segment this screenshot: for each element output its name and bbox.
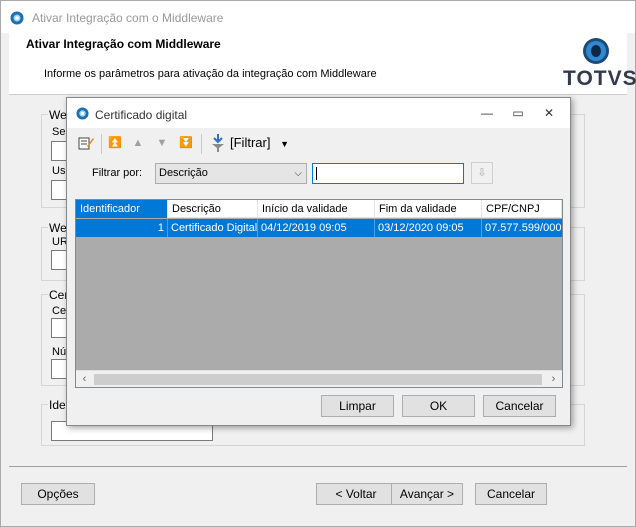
- grid-header: Identificador Descrição Início da valida…: [76, 200, 562, 218]
- toolbar-separator: [201, 134, 202, 154]
- first-record-icon[interactable]: ⏫: [106, 134, 124, 152]
- dialog-titlebar: Certificado digital — ▭ ✕: [67, 98, 570, 128]
- dialog-toolbar: ⏫ ▲ ▼ ⏬ [Filtrar] ▼: [73, 132, 563, 156]
- main-window-titlebar: Ativar Integração com o Middleware: [1, 1, 635, 33]
- next-record-icon[interactable]: ▼: [153, 134, 171, 152]
- chevron-down-icon: ⌵: [294, 168, 302, 179]
- totvs-logo: TOTVS: [559, 35, 636, 93]
- previous-record-icon[interactable]: ▲: [129, 134, 147, 152]
- filter-by-label: Filtrar por:: [92, 167, 143, 179]
- column-header[interactable]: Descrição: [168, 200, 258, 218]
- toolbar-separator: [101, 134, 102, 154]
- apply-filter-icon: ⇩: [477, 167, 487, 179]
- clear-button[interactable]: Limpar: [321, 395, 394, 417]
- edit-icon[interactable]: [77, 134, 95, 152]
- filter-by-select[interactable]: Descrição ⌵: [155, 163, 307, 184]
- filter-menu-button[interactable]: [Filtrar] ▼: [230, 135, 289, 150]
- column-header[interactable]: Identificador: [76, 200, 168, 218]
- options-button[interactable]: Opções: [21, 483, 95, 505]
- scroll-right-icon[interactable]: ›: [545, 371, 562, 387]
- table-row[interactable]: 1 Certificado Digital 04/12/2019 09:05 0…: [76, 219, 562, 237]
- restore-icon[interactable]: ▭: [506, 103, 530, 123]
- app-icon: [10, 11, 24, 25]
- certificate-grid[interactable]: Identificador Descrição Início da valida…: [75, 199, 563, 388]
- wizard-title: Ativar Integração com Middleware: [26, 37, 221, 51]
- dropdown-arrow-icon: ▼: [280, 139, 289, 149]
- group-webservice-url-label: We: [48, 221, 68, 235]
- table-cell: 07.577.599/0001: [485, 222, 562, 234]
- last-record-icon[interactable]: ⏬: [177, 134, 195, 152]
- column-header[interactable]: CPF/CNPJ: [482, 200, 562, 218]
- filter-value-input[interactable]: [312, 163, 464, 184]
- next-button[interactable]: Avançar >: [391, 483, 463, 505]
- filter-by-value: Descrição: [159, 167, 208, 179]
- totvs-logo-icon: [583, 38, 609, 64]
- totvs-logo-text: TOTVS: [563, 67, 636, 90]
- certificate-dialog: Certificado digital — ▭ ✕ ⏫ ▲ ▼ ⏬ [Filtr…: [66, 97, 571, 426]
- column-header[interactable]: Fim da validade: [375, 200, 482, 218]
- ok-button[interactable]: OK: [402, 395, 475, 417]
- filter-menu-label: [Filtrar]: [230, 135, 271, 150]
- edit-icon-shape: [78, 137, 94, 150]
- close-icon[interactable]: ✕: [537, 103, 561, 123]
- apply-filter-button[interactable]: ⇩: [471, 162, 493, 184]
- filter-icon[interactable]: [209, 134, 227, 152]
- dialog-title: Certificado digital: [95, 108, 188, 122]
- minimize-icon[interactable]: —: [475, 103, 499, 123]
- back-button[interactable]: < Voltar: [316, 483, 396, 505]
- text-caret: [316, 167, 317, 180]
- group-webservice-label: We: [48, 108, 68, 122]
- footer-separator: [9, 466, 627, 467]
- filter-icon-shape: [212, 134, 224, 152]
- cancel-button[interactable]: Cancelar: [475, 483, 547, 505]
- column-header[interactable]: Início da validade: [258, 200, 375, 218]
- horizontal-scrollbar[interactable]: ‹ ›: [76, 370, 562, 387]
- wizard-description: Informe os parâmetros para ativação da i…: [44, 68, 377, 80]
- scroll-left-icon[interactable]: ‹: [76, 371, 93, 387]
- wizard-header: Ativar Integração com Middleware Informe…: [9, 33, 636, 95]
- table-cell: 1: [76, 219, 168, 237]
- table-cell: 04/12/2019 09:05: [258, 219, 375, 237]
- dialog-app-icon: [76, 107, 89, 120]
- table-cell: Certificado Digital: [168, 219, 258, 237]
- main-window-title: Ativar Integração com o Middleware: [32, 11, 224, 25]
- scrollbar-thumb[interactable]: [94, 374, 542, 385]
- dialog-cancel-button[interactable]: Cancelar: [483, 395, 556, 417]
- table-cell: 03/12/2020 09:05: [375, 219, 482, 237]
